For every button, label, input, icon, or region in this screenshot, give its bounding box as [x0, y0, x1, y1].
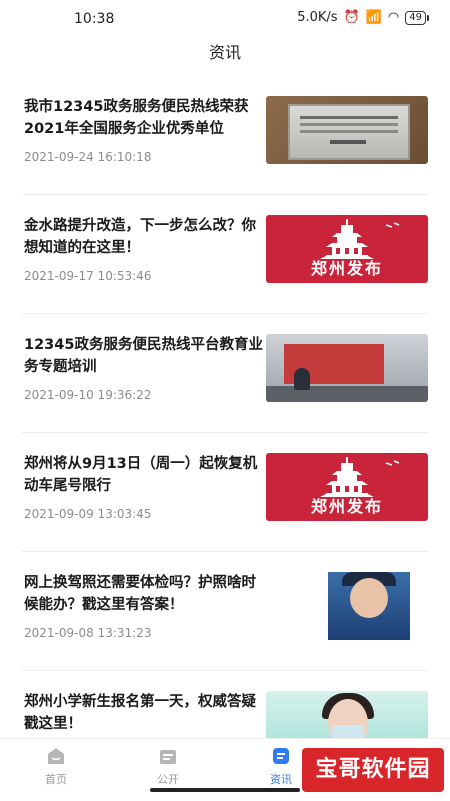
news-title: 12345政务服务便民热线平台教育业务专题培训 — [24, 337, 263, 375]
home-indicator — [150, 788, 300, 792]
news-date: 2021-09-17 10:53:46 — [24, 269, 152, 283]
status-bar: 10:38 5.0K/s ⏰ 📶 ◠ 49 — [0, 0, 450, 40]
status-icons: 5.0K/s ⏰ 📶 ◠ 49 — [297, 10, 429, 25]
news-thumbnail: 郑州发布 — [266, 215, 428, 283]
news-item[interactable]: 郑州将从9月13日（周一）起恢复机动车尾号限行 2021-09-09 13:03… — [22, 433, 428, 552]
nav-label: 首页 — [45, 773, 67, 786]
news-date: 2021-09-10 19:36:22 — [24, 388, 152, 402]
news-date: 2021-09-09 13:03:45 — [24, 507, 152, 521]
network-speed: 5.0K/s — [297, 10, 338, 25]
folder-icon — [160, 750, 176, 764]
thumb-caption: 郑州发布 — [310, 497, 383, 516]
news-date: 2021-09-08 13:31:23 — [24, 626, 152, 640]
nav-public[interactable]: 公开 — [138, 745, 198, 787]
news-thumbnail: 郑州发布 — [266, 453, 428, 521]
news-title: 郑州小学新生报名第一天，权威答疑戳这里！ — [24, 694, 256, 732]
alarm-icon: ⏰ — [343, 10, 360, 25]
news-thumbnail — [266, 572, 428, 640]
news-thumbnail — [266, 334, 428, 402]
news-item[interactable]: 我市12345政务服务便民热线荣获2021年全国服务企业优秀单位 2021-09… — [22, 76, 428, 195]
nav-home[interactable]: 首页 — [26, 745, 86, 787]
nav-label: 资讯 — [270, 773, 292, 786]
news-date: 2021-09-24 16:10:18 — [24, 150, 152, 164]
battery-icon: 49 — [405, 10, 429, 25]
signal-icon: 📶 — [365, 10, 382, 25]
home-icon — [48, 748, 64, 764]
news-item[interactable]: 12345政务服务便民热线平台教育业务专题培训 2021-09-10 19:36… — [22, 314, 428, 433]
nav-label: 公开 — [157, 773, 179, 786]
news-list: 我市12345政务服务便民热线荣获2021年全国服务企业优秀单位 2021-09… — [0, 76, 450, 789]
watermark-logo: 宝哥软件园 — [302, 748, 444, 792]
news-title: 我市12345政务服务便民热线荣获2021年全国服务企业优秀单位 — [24, 99, 249, 137]
news-item[interactable]: 网上换驾照还需要体检吗？护照啥时候能办？戳这里有答案！ 2021-09-08 1… — [22, 552, 428, 671]
status-time: 10:38 — [74, 11, 115, 27]
news-icon — [273, 748, 289, 764]
news-title: 金水路提升改造，下一步怎么改？你想知道的在这里！ — [24, 218, 256, 256]
news-title: 网上换驾照还需要体检吗？护照啥时候能办？戳这里有答案！ — [24, 575, 256, 613]
news-title: 郑州将从9月13日（周一）起恢复机动车尾号限行 — [24, 456, 258, 494]
wifi-icon: ◠ — [387, 10, 400, 25]
page-title: 资讯 — [208, 43, 241, 62]
news-item[interactable]: 金水路提升改造，下一步怎么改？你想知道的在这里！ 2021-09-17 10:5… — [22, 195, 428, 314]
news-thumbnail — [266, 96, 428, 164]
thumb-caption: 郑州发布 — [310, 259, 383, 278]
